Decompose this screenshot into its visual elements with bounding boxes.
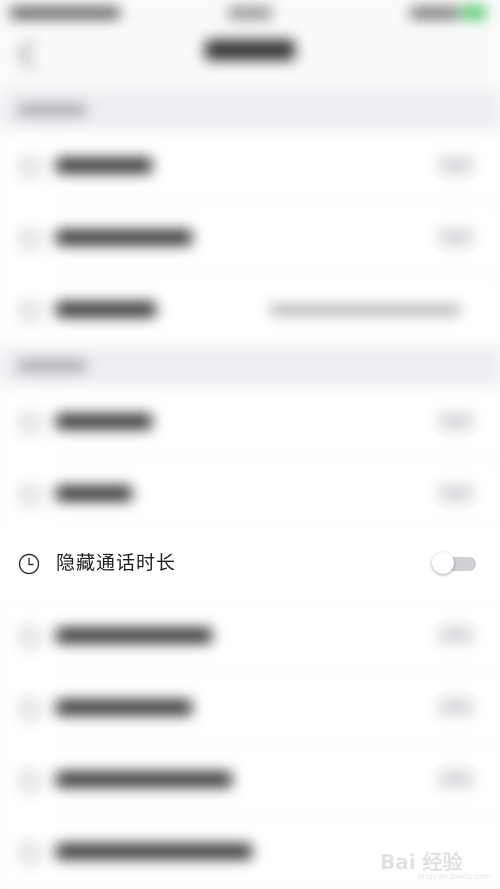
clock-text-blurred (228, 8, 272, 18)
section-header-2 (0, 346, 500, 386)
row-icon (20, 485, 40, 505)
row-value-blurred (270, 305, 460, 315)
row-icon (20, 771, 40, 791)
row-icon (20, 843, 40, 863)
title-bar (0, 30, 500, 90)
toggle-switch[interactable] (438, 770, 474, 788)
clock-icon (18, 553, 40, 575)
row-icon (20, 229, 40, 249)
page-title-blurred (205, 40, 295, 60)
watermark: Bai 经验 jingyan.baidu.com (380, 836, 498, 882)
back-arrow-icon[interactable] (17, 39, 48, 70)
row-label-blurred (56, 414, 152, 429)
phone-screen: 隐藏通话时长 Bai 经验 jingyan.baidu.com (0, 0, 500, 889)
toggle-switch[interactable] (438, 626, 474, 644)
toggle-switch[interactable] (438, 228, 474, 246)
row-label-blurred (56, 158, 152, 173)
setting-row-blurred[interactable] (0, 600, 500, 672)
section-header-1 (0, 90, 500, 130)
section-header-label-blurred (18, 361, 86, 371)
blurred-background (0, 0, 500, 889)
row-label-blurred (56, 302, 156, 317)
setting-row-blurred[interactable] (0, 744, 500, 816)
setting-row-blurred[interactable] (0, 130, 500, 202)
toggle-thumb (432, 552, 454, 574)
setting-row-blurred[interactable] (0, 202, 500, 274)
watermark-url: jingyan.baidu.com (418, 872, 492, 881)
row-label-blurred (56, 486, 132, 501)
row-icon (20, 699, 40, 719)
setting-row-blurred[interactable] (0, 386, 500, 458)
setting-row-blurred[interactable] (0, 458, 500, 530)
section-header-label-blurred (18, 105, 86, 115)
row-label-blurred (56, 772, 232, 787)
row-icon (20, 413, 40, 433)
status-bar (0, 0, 500, 30)
watermark-logo-text: Bai 经验 (380, 850, 463, 874)
row-icon (20, 301, 40, 321)
toggle-switch[interactable] (438, 156, 474, 174)
row-icon (20, 627, 40, 647)
toggle-switch[interactable] (438, 698, 474, 716)
setting-row-blurred[interactable] (0, 274, 500, 346)
row-label-blurred (56, 628, 212, 643)
row-icon (20, 157, 40, 177)
battery-icon (462, 6, 486, 19)
setting-row-blurred[interactable] (0, 672, 500, 744)
row-label-blurred (56, 844, 252, 859)
toggle-switch[interactable] (438, 484, 474, 502)
carrier-text-blurred (10, 8, 120, 18)
status-icons-blurred (410, 8, 460, 18)
row-label: 隐藏通话时长 (56, 552, 177, 574)
row-label-blurred (56, 700, 192, 715)
hide-call-duration-toggle[interactable] (432, 551, 476, 575)
row-label-blurred (56, 230, 192, 245)
toggle-switch[interactable] (438, 412, 474, 430)
hide-call-duration-row[interactable]: 隐藏通话时长 (0, 527, 500, 599)
